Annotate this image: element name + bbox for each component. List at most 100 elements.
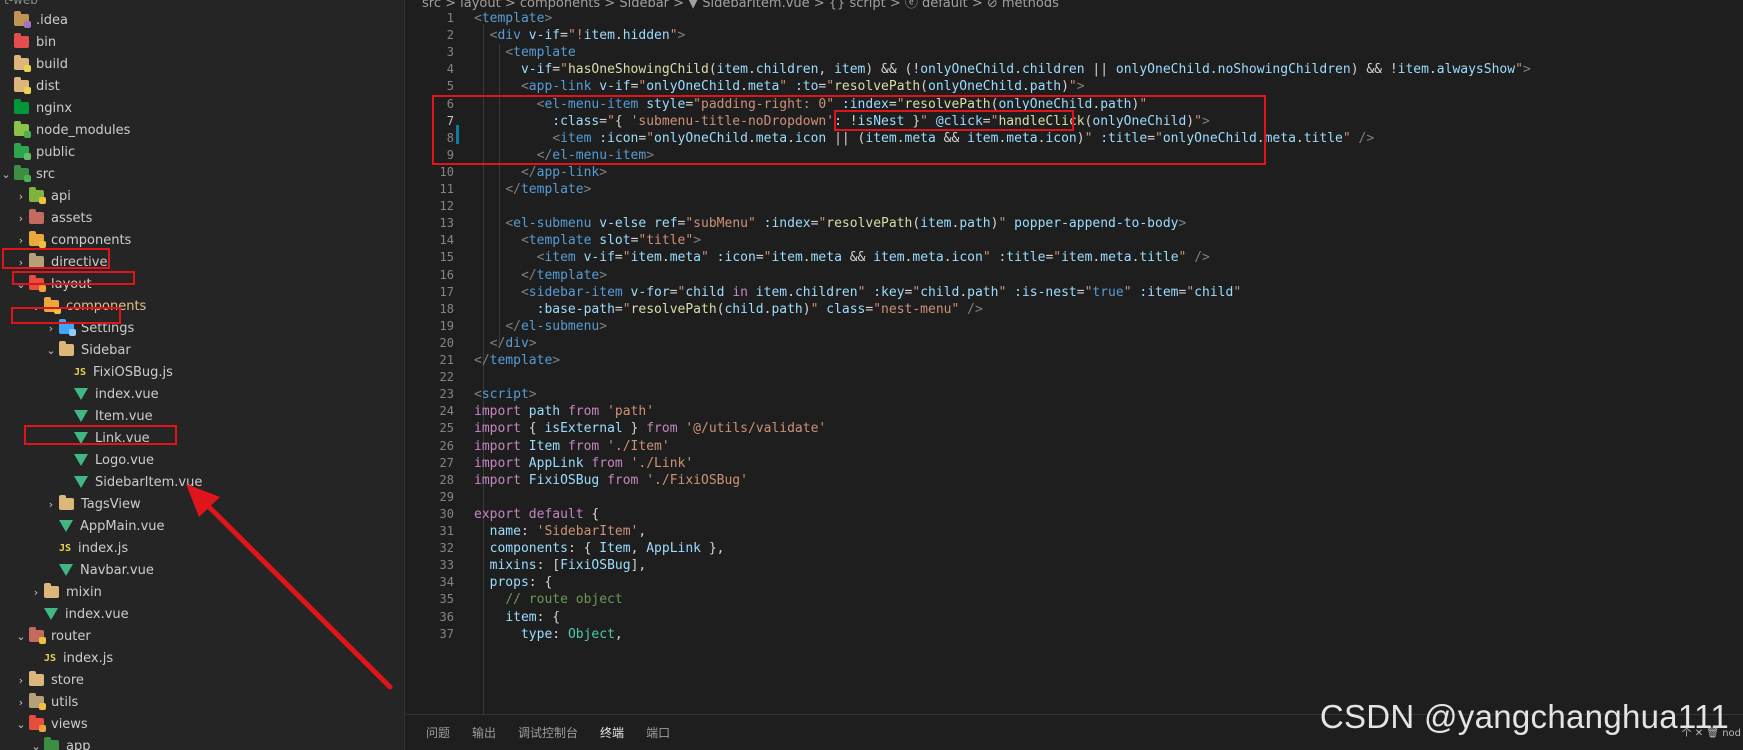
tree-item[interactable]: › store — [0, 669, 405, 691]
tree-item-label: Logo.vue — [95, 452, 155, 468]
tree-item-label: node_modules — [36, 122, 131, 138]
chevron-down-icon[interactable]: ⌄ — [45, 344, 57, 357]
folder-icon — [29, 187, 46, 204]
tree-item-label: src — [36, 166, 55, 182]
folder-badge-icon — [24, 153, 31, 160]
tree-item[interactable]: ›Item.vue — [0, 405, 405, 427]
folder-icon — [14, 11, 31, 28]
tree-item[interactable]: ›index.vue — [0, 603, 405, 625]
folder-icon — [29, 627, 46, 644]
folder-badge-icon — [24, 131, 31, 138]
chevron-right-icon[interactable]: › — [15, 674, 27, 687]
tree-item-label: store — [51, 672, 84, 688]
tree-item[interactable]: ›bin — [0, 31, 405, 53]
tree-item[interactable]: ›JSindex.js — [0, 537, 405, 559]
folder-badge-icon — [24, 175, 31, 182]
tab-output[interactable]: 输出 — [472, 722, 496, 743]
tree-item[interactable]: ⌄ views — [0, 713, 405, 735]
tree-item[interactable]: › mixin — [0, 581, 405, 603]
folder-icon — [29, 231, 46, 248]
folder-badge-icon — [39, 637, 46, 644]
tree-item-label: AppMain.vue — [80, 518, 165, 534]
vue-file-icon — [74, 388, 88, 400]
chevron-right-icon[interactable]: › — [30, 586, 42, 599]
javascript-file-icon: JS — [59, 542, 72, 554]
tree-item-label: build — [36, 56, 68, 72]
tab-debug-console[interactable]: 调试控制台 — [518, 722, 578, 743]
chevron-right-icon[interactable]: › — [45, 498, 57, 511]
tree-item-label: mixin — [66, 584, 102, 600]
vue-file-icon — [74, 454, 88, 466]
tree-item-label: index.vue — [65, 606, 129, 622]
chevron-right-icon[interactable]: › — [15, 212, 27, 225]
tree-item[interactable]: › api — [0, 185, 405, 207]
folder-icon — [59, 341, 74, 356]
highlight-components — [12, 271, 135, 285]
tree-item-label: views — [51, 716, 88, 732]
tree-item[interactable]: ›AppMain.vue — [0, 515, 405, 537]
tree-item[interactable]: ›Navbar.vue — [0, 559, 405, 581]
tree-item-label: assets — [51, 210, 93, 226]
folder-badge-icon — [24, 87, 31, 94]
tab-ports[interactable]: 端口 — [646, 722, 670, 743]
vue-file-icon — [59, 520, 73, 532]
vue-file-icon — [74, 476, 88, 488]
chevron-right-icon[interactable]: › — [15, 234, 27, 247]
folder-icon — [29, 671, 44, 686]
folder-icon — [14, 165, 31, 182]
tree-item[interactable]: ›SidebarItem.vue — [0, 471, 405, 493]
tree-item[interactable]: ›JSFixiOSBug.js — [0, 361, 405, 383]
tree-item[interactable]: ⌄ Sidebar — [0, 339, 405, 361]
chevron-down-icon[interactable]: ⌄ — [15, 718, 27, 731]
tab-terminal[interactable]: 终端 — [600, 722, 624, 743]
tree-item-label: SidebarItem.vue — [95, 474, 203, 490]
tree-item-label: Item.vue — [95, 408, 153, 424]
tree-item[interactable]: › utils — [0, 691, 405, 713]
tree-item-label: api — [51, 188, 71, 204]
tree-item-label: app — [66, 738, 91, 750]
tree-item[interactable]: › assets — [0, 207, 405, 229]
tree-item[interactable]: ›build — [0, 53, 405, 75]
tree-item[interactable]: ⌄ app — [0, 735, 405, 750]
highlight-sidebaritem — [24, 425, 177, 445]
chevron-right-icon[interactable]: › — [15, 190, 27, 203]
tree-item-label: index.js — [78, 540, 129, 556]
folder-badge-icon — [24, 21, 31, 28]
vue-file-icon — [44, 608, 58, 620]
project-name: t-web — [4, 0, 38, 7]
tree-item[interactable]: ⌄ src — [0, 163, 405, 185]
tree-item-label: components — [51, 232, 132, 248]
folder-badge-icon — [39, 725, 46, 732]
tree-item[interactable]: › TagsView — [0, 493, 405, 515]
code-line[interactable]: 37 type: Object, — [406, 625, 1743, 644]
chevron-down-icon[interactable]: ⌄ — [0, 168, 12, 181]
tree-item-label: .idea — [36, 12, 68, 28]
tree-item-label: router — [51, 628, 91, 644]
code-text: type: Object, — [520, 626, 623, 642]
tree-item-label: TagsView — [81, 496, 141, 512]
tree-item-label: dist — [36, 78, 60, 94]
tree-item-label: Navbar.vue — [80, 562, 154, 578]
folder-icon — [29, 209, 44, 224]
tree-item[interactable]: ›index.vue — [0, 383, 405, 405]
highlight-sidebar-folder — [11, 307, 121, 324]
tree-item[interactable]: ⌄ router — [0, 625, 405, 647]
tab-problems[interactable]: 问题 — [426, 722, 450, 743]
tree-item-label: index.js — [63, 650, 114, 666]
code-editor[interactable]: src > layout > components > Sidebar > ▼ … — [406, 0, 1743, 750]
tree-item[interactable]: ›JSindex.js — [0, 647, 405, 669]
line-number: 37 — [439, 626, 454, 641]
chevron-down-icon[interactable]: ⌄ — [15, 630, 27, 643]
tree-item-label: utils — [51, 694, 79, 710]
folder-badge-icon — [39, 285, 46, 292]
tree-item[interactable]: ›.idea — [0, 9, 405, 31]
tree-item[interactable]: ›node_modules — [0, 119, 405, 141]
chevron-right-icon[interactable]: › — [15, 696, 27, 709]
tree-item[interactable]: ›Logo.vue — [0, 449, 405, 471]
chevron-down-icon[interactable]: ⌄ — [30, 740, 42, 750]
tree-item[interactable]: ›public — [0, 141, 405, 163]
tree-item[interactable]: ›nginx — [0, 97, 405, 119]
tree-item[interactable]: ›dist — [0, 75, 405, 97]
folder-icon — [14, 143, 31, 160]
watermark: CSDN @yangchanghua111 — [1319, 698, 1729, 735]
